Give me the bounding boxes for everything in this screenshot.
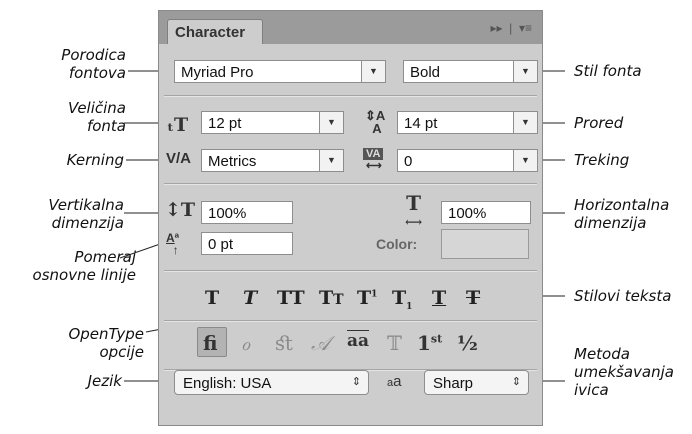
font-size-field[interactable]: 12 pt ▼ xyxy=(201,111,344,134)
color-label: Color: xyxy=(376,236,418,252)
annotation-kerning: Kerning xyxy=(66,151,124,169)
font-size-icon: ₜT xyxy=(167,114,189,136)
leading-value: 14 pt xyxy=(404,115,438,132)
vertical-scale-value: 100% xyxy=(208,205,247,222)
chevron-down-icon[interactable]: ▼ xyxy=(513,150,537,171)
annotation-font-style: Stil fonta xyxy=(574,62,642,80)
vertical-scale-icon: ↕T xyxy=(165,199,196,221)
strikethrough-icon[interactable]: T xyxy=(466,287,480,309)
stylistic-alternates-icon[interactable]: 𝒜 xyxy=(311,331,330,355)
select-arrows-icon: ⇕ xyxy=(511,376,521,388)
font-family-dropdown[interactable]: Myriad Pro ▼ xyxy=(174,60,386,83)
kerning-icon: V/A xyxy=(166,150,192,167)
faux-bold-icon[interactable]: T xyxy=(205,287,219,309)
antialias-icon: aa xyxy=(387,373,402,390)
tab-character[interactable]: Character xyxy=(167,19,263,44)
ligature-glyph: ﬁ xyxy=(203,331,218,355)
divider xyxy=(164,95,537,97)
antialias-select[interactable]: Sharp ⇕ xyxy=(424,370,529,395)
divider xyxy=(164,183,537,185)
underline-icon[interactable]: T xyxy=(432,287,446,309)
leading-icon: ⇕A A xyxy=(365,108,386,136)
fractions-icon[interactable]: ½ xyxy=(457,331,478,355)
tracking-dropdown[interactable]: 0 ▼ xyxy=(397,149,538,172)
chevron-down-icon[interactable]: ▼ xyxy=(319,150,343,171)
annotation-horizontal-scale: Horizontalna dimenzija xyxy=(574,196,670,232)
annotation-antialias: Metoda umekšavanja ivica xyxy=(574,345,674,399)
baseline-shift-icon: Aª ↑ xyxy=(166,231,180,257)
vertical-scale-field[interactable]: 100% xyxy=(201,201,293,224)
annotation-tracking: Treking xyxy=(574,151,630,169)
chevron-down-icon[interactable]: ▼ xyxy=(361,61,385,82)
superscript-icon[interactable]: T1 xyxy=(357,287,377,309)
all-caps-icon[interactable]: TT xyxy=(277,287,305,309)
annotation-vertical-scale: Vertikalna dimenzija xyxy=(48,196,124,232)
faux-italic-icon[interactable]: T xyxy=(243,287,257,309)
divider xyxy=(164,270,537,272)
kerning-value: Metrics xyxy=(208,153,257,170)
divider xyxy=(164,320,537,322)
horizontal-scale-icon: T ⟷ xyxy=(405,191,423,229)
panel-menu-icon[interactable]: ▸▸ | ▾≡ xyxy=(490,21,532,35)
chevron-down-icon[interactable]: ▼ xyxy=(513,112,537,133)
ordinals-icon[interactable]: 1st xyxy=(417,331,442,355)
baseline-shift-value: 0 pt xyxy=(208,236,234,253)
chevron-down-icon[interactable]: ▼ xyxy=(513,61,537,82)
language-value: English: USA xyxy=(183,375,272,392)
color-swatch[interactable] xyxy=(441,229,529,259)
font-size-value: 12 pt xyxy=(208,115,242,132)
chevron-down-icon[interactable]: ▼ xyxy=(319,112,343,133)
annotation-leading: Prored xyxy=(574,114,624,132)
annotation-font-size: Veličina fonta xyxy=(67,99,126,135)
font-style-value: Bold xyxy=(410,64,441,81)
discretionary-ligature-icon[interactable]: ℴ xyxy=(241,331,250,355)
tracking-value: 0 xyxy=(404,153,413,170)
annotation-language: Jezik xyxy=(87,372,122,390)
horizontal-scale-value: 100% xyxy=(448,205,487,222)
panel-titlebar: Character ▸▸ | ▾≡ xyxy=(159,11,542,44)
kerning-dropdown[interactable]: Metrics ▼ xyxy=(201,149,344,172)
swash-icon[interactable]: ﬆ xyxy=(275,331,294,355)
subscript-icon[interactable]: T1 xyxy=(392,287,412,312)
leading-field[interactable]: 14 pt ▼ xyxy=(397,111,538,134)
select-arrows-icon: ⇕ xyxy=(351,376,361,388)
annotation-text-styles: Stilovi teksta xyxy=(574,287,672,305)
ordinals-icon-outline[interactable]: 𝕋 xyxy=(387,331,402,355)
horizontal-scale-field[interactable]: 100% xyxy=(441,201,531,224)
font-family-value: Myriad Pro xyxy=(181,64,254,81)
annotation-baseline-shift: Pomeraj osnovne linije xyxy=(32,248,136,284)
tracking-icon: VA ⟷ xyxy=(363,148,384,172)
annotation-font-family: Porodica fontova xyxy=(61,46,126,82)
font-style-dropdown[interactable]: Bold ▼ xyxy=(403,60,538,83)
antialias-value: Sharp xyxy=(433,375,474,392)
small-caps-icon[interactable]: TT xyxy=(319,287,344,309)
annotation-opentype: OpenType opcije xyxy=(68,325,144,361)
titling-alternates-icon[interactable]: aa xyxy=(347,331,369,351)
character-panel: Character ▸▸ | ▾≡ Myriad Pro ▼ Bold ▼ ₜT… xyxy=(158,10,543,426)
baseline-shift-field[interactable]: 0 pt xyxy=(201,232,293,255)
language-select[interactable]: English: USA ⇕ xyxy=(174,370,369,395)
